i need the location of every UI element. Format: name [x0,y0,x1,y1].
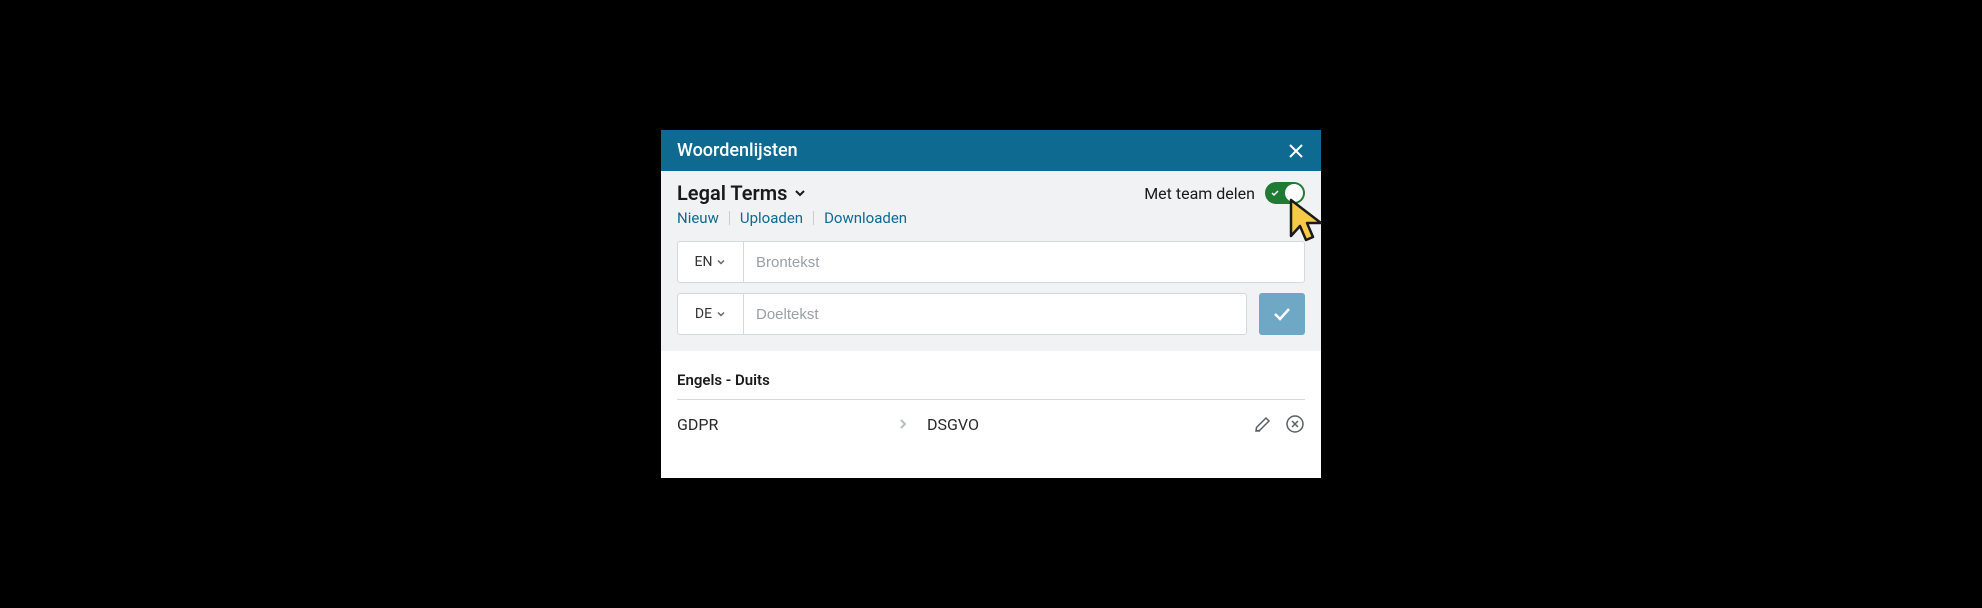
target-lang-select[interactable]: DE [677,293,743,335]
modal-header: Woordenlijsten [661,130,1321,171]
target-lang-code: DE [695,306,712,322]
chevron-down-icon [793,186,807,200]
confirm-button[interactable] [1259,293,1305,335]
entries-section: Engels - Duits GDPR DSGVO [661,351,1321,478]
target-row: DE [677,293,1305,335]
upload-link[interactable]: Uploaden [740,209,803,227]
input-section: EN DE [661,241,1321,351]
entry-actions [1253,414,1305,434]
edit-button[interactable] [1253,414,1273,434]
modal-title: Woordenlijsten [677,140,798,161]
entry-target: DSGVO [927,415,1253,434]
download-link[interactable]: Downloaden [824,209,907,227]
target-text-input[interactable] [743,293,1247,335]
toolbar-top: Legal Terms Met team delen [677,181,1305,205]
toggle-knob [1285,184,1303,202]
glossary-modal: Woordenlijsten Legal Terms Met team dele… [661,130,1321,478]
glossary-name: Legal Terms [677,181,787,205]
pencil-icon [1253,414,1273,434]
entry-row: GDPR DSGVO [677,400,1305,448]
share-label: Met team delen [1144,184,1255,203]
source-lang-code: EN [695,254,713,270]
share-toggle[interactable] [1265,182,1305,204]
source-row: EN [677,241,1305,283]
delete-circle-icon [1285,414,1305,434]
language-pair-header: Engels - Duits [677,371,1305,400]
chevron-down-icon [716,309,726,319]
check-icon [1270,188,1280,198]
source-text-input[interactable] [743,241,1305,283]
action-links: Nieuw Uploaden Downloaden [677,209,1305,227]
source-lang-select[interactable]: EN [677,241,743,283]
toolbar: Legal Terms Met team delen Nieuw Uploade… [661,171,1321,241]
separator [813,211,814,225]
chevron-down-icon [716,257,726,267]
separator [729,211,730,225]
new-link[interactable]: Nieuw [677,209,719,227]
delete-button[interactable] [1285,414,1305,434]
close-button[interactable] [1287,142,1305,160]
glossary-dropdown[interactable]: Legal Terms [677,181,807,205]
entry-source: GDPR [677,415,897,434]
share-with-team: Met team delen [1144,182,1305,204]
check-icon [1270,302,1294,326]
close-icon [1287,142,1305,160]
arrow-right-icon [897,418,927,430]
